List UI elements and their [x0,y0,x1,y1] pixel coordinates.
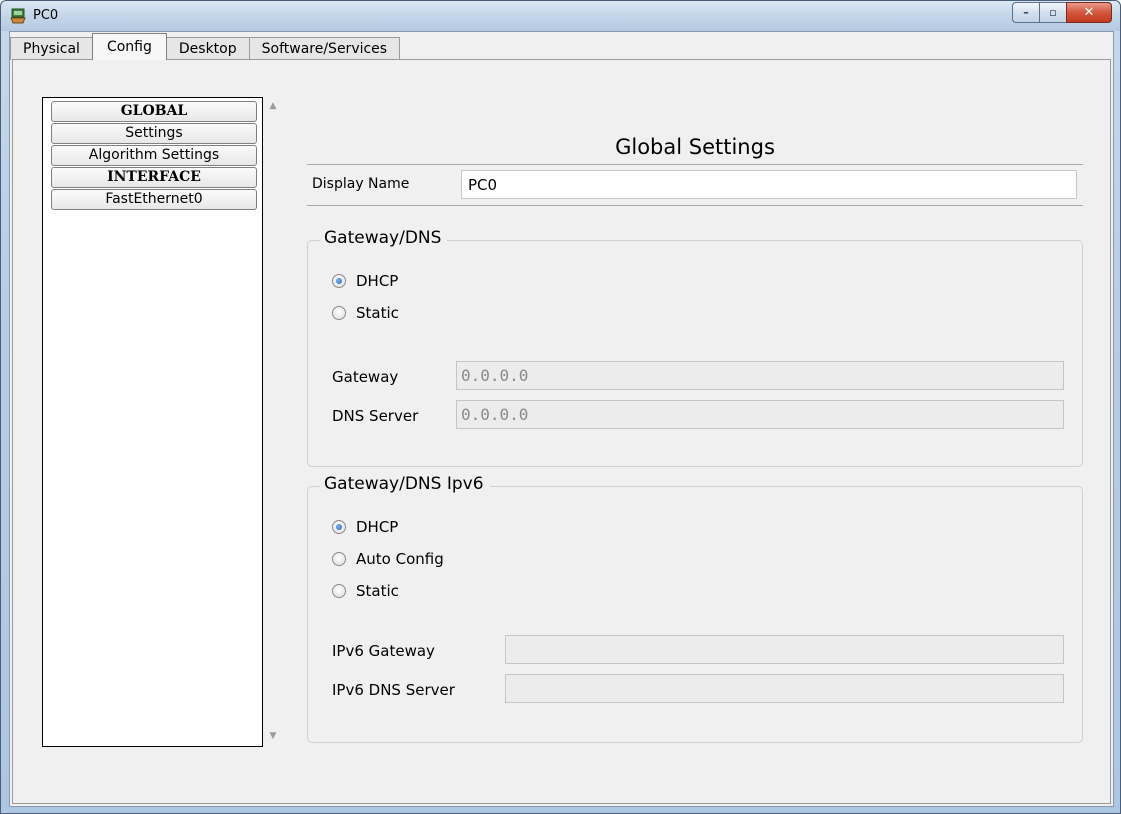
dhcp-radio-option[interactable]: DHCP [332,272,398,290]
config-panel: GLOBAL Settings Algorithm Settings INTER… [12,59,1111,804]
tab-physical[interactable]: Physical [10,37,93,60]
maximize-button[interactable]: ▫ [1039,2,1066,23]
ipv6-gateway-input[interactable] [505,635,1064,664]
radio-unchecked-icon[interactable] [332,584,346,598]
display-name-label: Display Name [312,176,410,192]
gateway-dns-group: Gateway/DNS DHCP Static Gateway DNS Serv… [307,228,1083,467]
nav-scrollbar[interactable]: ▲ ▼ [264,97,282,764]
ipv6-static-radio-option[interactable]: Static [332,582,399,600]
dns-server-label: DNS Server [332,407,419,425]
ipv6-dhcp-radio-label: DHCP [356,518,399,536]
display-name-input[interactable] [461,170,1077,199]
nav-header-interface[interactable]: INTERFACE [51,167,257,188]
global-settings-pane: Global Settings Display Name Gateway/DNS… [305,97,1085,787]
client-area: Physical Config Desktop Software/Service… [9,31,1114,807]
gateway-dns-legend: Gateway/DNS [320,228,448,248]
scroll-down-icon[interactable]: ▼ [264,727,282,745]
gateway-dns-ipv6-legend: Gateway/DNS Ipv6 [320,474,490,494]
window-title: PC0 [33,8,59,23]
dns-server-input[interactable] [456,400,1064,429]
static-radio-option[interactable]: Static [332,304,399,322]
ipv6-auto-config-radio-option[interactable]: Auto Config [332,550,444,568]
radio-unchecked-icon[interactable] [332,306,346,320]
nav-item-fastethernet0[interactable]: FastEthernet0 [51,189,257,210]
divider [307,164,1083,165]
divider [307,205,1083,206]
tab-config[interactable]: Config [91,33,167,60]
tab-software-services[interactable]: Software/Services [248,37,401,60]
ipv6-gateway-label: IPv6 Gateway [332,642,435,660]
window-controls: – ▫ ✕ [1012,2,1112,24]
window: PC0 – ▫ ✕ Physical Config Desktop Softwa… [0,0,1121,814]
title-bar: PC0 – ▫ ✕ [1,1,1120,31]
page-title: Global Settings [615,135,775,159]
ipv6-dhcp-radio-option[interactable]: DHCP [332,518,398,536]
scroll-up-icon[interactable]: ▲ [264,97,282,115]
static-radio-label: Static [356,304,399,322]
gateway-dns-ipv6-group: Gateway/DNS Ipv6 DHCP Auto Config Static… [307,474,1083,743]
nav-item-algorithm-settings[interactable]: Algorithm Settings [51,145,257,166]
ipv6-static-radio-label: Static [356,582,399,600]
radio-unchecked-icon[interactable] [332,552,346,566]
ipv6-dns-server-label: IPv6 DNS Server [332,681,455,699]
gateway-label: Gateway [332,368,399,386]
gateway-input[interactable] [456,361,1064,390]
close-button[interactable]: ✕ [1066,2,1112,23]
nav-item-settings[interactable]: Settings [51,123,257,144]
ipv6-auto-config-radio-label: Auto Config [356,550,444,568]
pc-app-icon [9,7,27,25]
config-nav-list: GLOBAL Settings Algorithm Settings INTER… [42,97,263,747]
ipv6-dns-server-input[interactable] [505,674,1064,703]
minimize-button[interactable]: – [1012,2,1039,23]
radio-checked-icon[interactable] [332,274,346,288]
dhcp-radio-label: DHCP [356,272,399,290]
nav-header-global[interactable]: GLOBAL [51,101,257,122]
radio-checked-icon[interactable] [332,520,346,534]
tab-desktop[interactable]: Desktop [165,37,250,60]
tab-bar: Physical Config Desktop Software/Service… [10,32,401,60]
